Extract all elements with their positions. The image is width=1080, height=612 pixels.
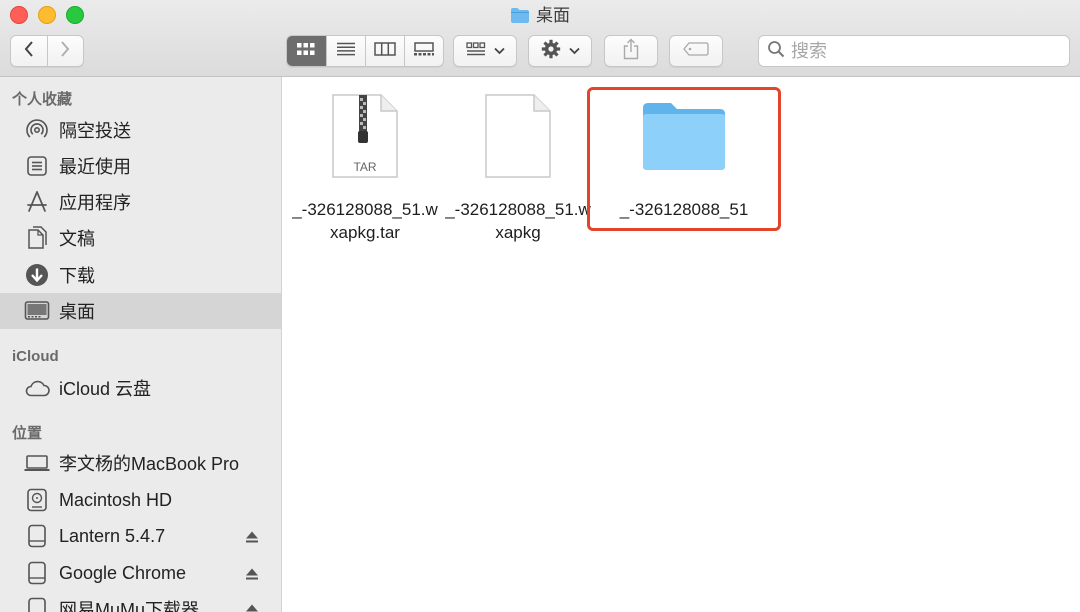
search-field[interactable] <box>758 35 1070 67</box>
search-icon <box>767 40 785 63</box>
view-mode-control <box>286 35 444 67</box>
eject-icon[interactable] <box>245 565 259 586</box>
sidebar-item-label: 最近使用 <box>59 157 131 177</box>
eject-icon[interactable] <box>245 528 259 549</box>
navigation-buttons <box>10 35 84 67</box>
chevron-down-icon <box>493 42 505 60</box>
sidebar-item-documents[interactable]: 文稿 <box>0 220 281 256</box>
column-view-button[interactable] <box>364 36 404 66</box>
hard-drive-icon <box>24 487 50 513</box>
forward-button[interactable] <box>46 36 83 66</box>
disk-image-icon <box>24 596 50 612</box>
tag-icon <box>683 41 709 61</box>
window-title: 桌面 <box>0 5 1080 30</box>
sidebar-item-recents[interactable]: 最近使用 <box>0 148 281 184</box>
gallery-view-button[interactable] <box>403 36 443 66</box>
sidebar-item-mumu-downloader[interactable]: 网易MuMu下载器 <box>0 591 281 612</box>
icon-view-icon <box>296 42 316 61</box>
column-view-icon <box>374 41 396 61</box>
search-input[interactable] <box>791 40 1051 62</box>
sidebar-item-label: 应用程序 <box>59 193 131 213</box>
arrange-button[interactable] <box>453 35 517 67</box>
sidebar-item-label: Macintosh HD <box>59 489 173 510</box>
desktop-icon <box>24 298 50 324</box>
sidebar-item-downloads[interactable]: 下载 <box>0 257 281 293</box>
disk-image-icon <box>24 523 50 549</box>
sidebar-item-label: 隔空投送 <box>59 121 131 141</box>
sidebar-item-label: 网易MuMu下载器 <box>59 600 200 612</box>
sidebar-item-label: 李文杨的MacBook Pro <box>59 454 240 474</box>
sidebar-item-lantern[interactable]: Lantern 5.4.7 <box>0 518 281 554</box>
eject-icon[interactable] <box>245 601 259 612</box>
file-item-folder[interactable]: _-326128088_51 <box>599 89 769 221</box>
file-name: _-326128088_51 <box>619 200 749 219</box>
sidebar-item-label: iCloud 云盘 <box>59 379 152 399</box>
sidebar-section-favorites: 个人收藏 <box>12 91 73 108</box>
gear-icon <box>541 39 561 64</box>
sidebar-item-macbook[interactable]: 李文杨的MacBook Pro <box>0 445 281 481</box>
list-view-icon <box>336 42 356 61</box>
recents-icon <box>24 153 50 179</box>
sidebar-item-label: 下载 <box>59 266 95 286</box>
sidebar-item-label: Lantern 5.4.7 <box>59 525 166 546</box>
chevron-right-icon <box>60 40 70 62</box>
disk-image-icon <box>24 560 50 586</box>
sidebar-item-macintosh-hd[interactable]: Macintosh HD <box>0 482 281 518</box>
document-file-icon <box>443 89 593 183</box>
sidebar: 个人收藏 隔空投送 最近使用 应用程序 文稿 下载 桌面 iCloud iClo… <box>0 77 282 612</box>
file-item-wxapkg[interactable]: _-326128088_51.wxapkg <box>443 89 593 244</box>
sidebar-item-icloud-drive[interactable]: iCloud 云盘 <box>0 370 281 406</box>
list-view-button[interactable] <box>325 36 365 66</box>
documents-icon <box>24 225 50 251</box>
action-menu-button[interactable] <box>528 35 592 67</box>
folder-icon <box>510 7 530 30</box>
chevron-left-icon <box>24 40 34 62</box>
gallery-view-icon <box>413 41 435 61</box>
sidebar-item-desktop[interactable]: 桌面 <box>0 293 281 329</box>
sidebar-section-locations: 位置 <box>12 425 43 442</box>
sidebar-item-label: Google Chrome <box>59 562 187 583</box>
share-icon <box>622 38 640 65</box>
laptop-icon <box>24 450 50 476</box>
sidebar-item-airdrop[interactable]: 隔空投送 <box>0 112 281 148</box>
file-name: _-326128088_51.wxapkg <box>445 200 591 242</box>
airdrop-icon <box>24 117 50 143</box>
chevron-down-icon <box>568 42 580 60</box>
sidebar-item-label: 文稿 <box>59 229 95 249</box>
sidebar-item-label: 桌面 <box>59 302 95 322</box>
arrange-grid-icon <box>465 41 486 61</box>
share-button[interactable] <box>604 35 658 67</box>
window-toolbar: 桌面 <box>0 0 1080 77</box>
window-title-text: 桌面 <box>536 6 570 25</box>
sidebar-item-applications[interactable]: 应用程序 <box>0 184 281 220</box>
archive-file-icon: TAR <box>290 89 440 183</box>
downloads-icon <box>24 262 50 288</box>
folder-icon <box>599 89 769 183</box>
file-item-tar[interactable]: TAR _-326128088_51.wxapkg.tar <box>290 89 440 244</box>
sidebar-item-google-chrome[interactable]: Google Chrome <box>0 555 281 591</box>
file-name: _-326128088_51.wxapkg.tar <box>292 200 438 242</box>
tags-button[interactable] <box>669 35 723 67</box>
cloud-icon <box>24 375 50 401</box>
icon-view-button[interactable] <box>287 36 326 66</box>
file-badge: TAR <box>353 160 376 174</box>
file-browser: TAR _-326128088_51.wxapkg.tar _-32612808… <box>282 77 1080 612</box>
sidebar-section-icloud: iCloud <box>12 348 59 365</box>
applications-icon <box>24 189 50 215</box>
back-button[interactable] <box>11 36 47 66</box>
